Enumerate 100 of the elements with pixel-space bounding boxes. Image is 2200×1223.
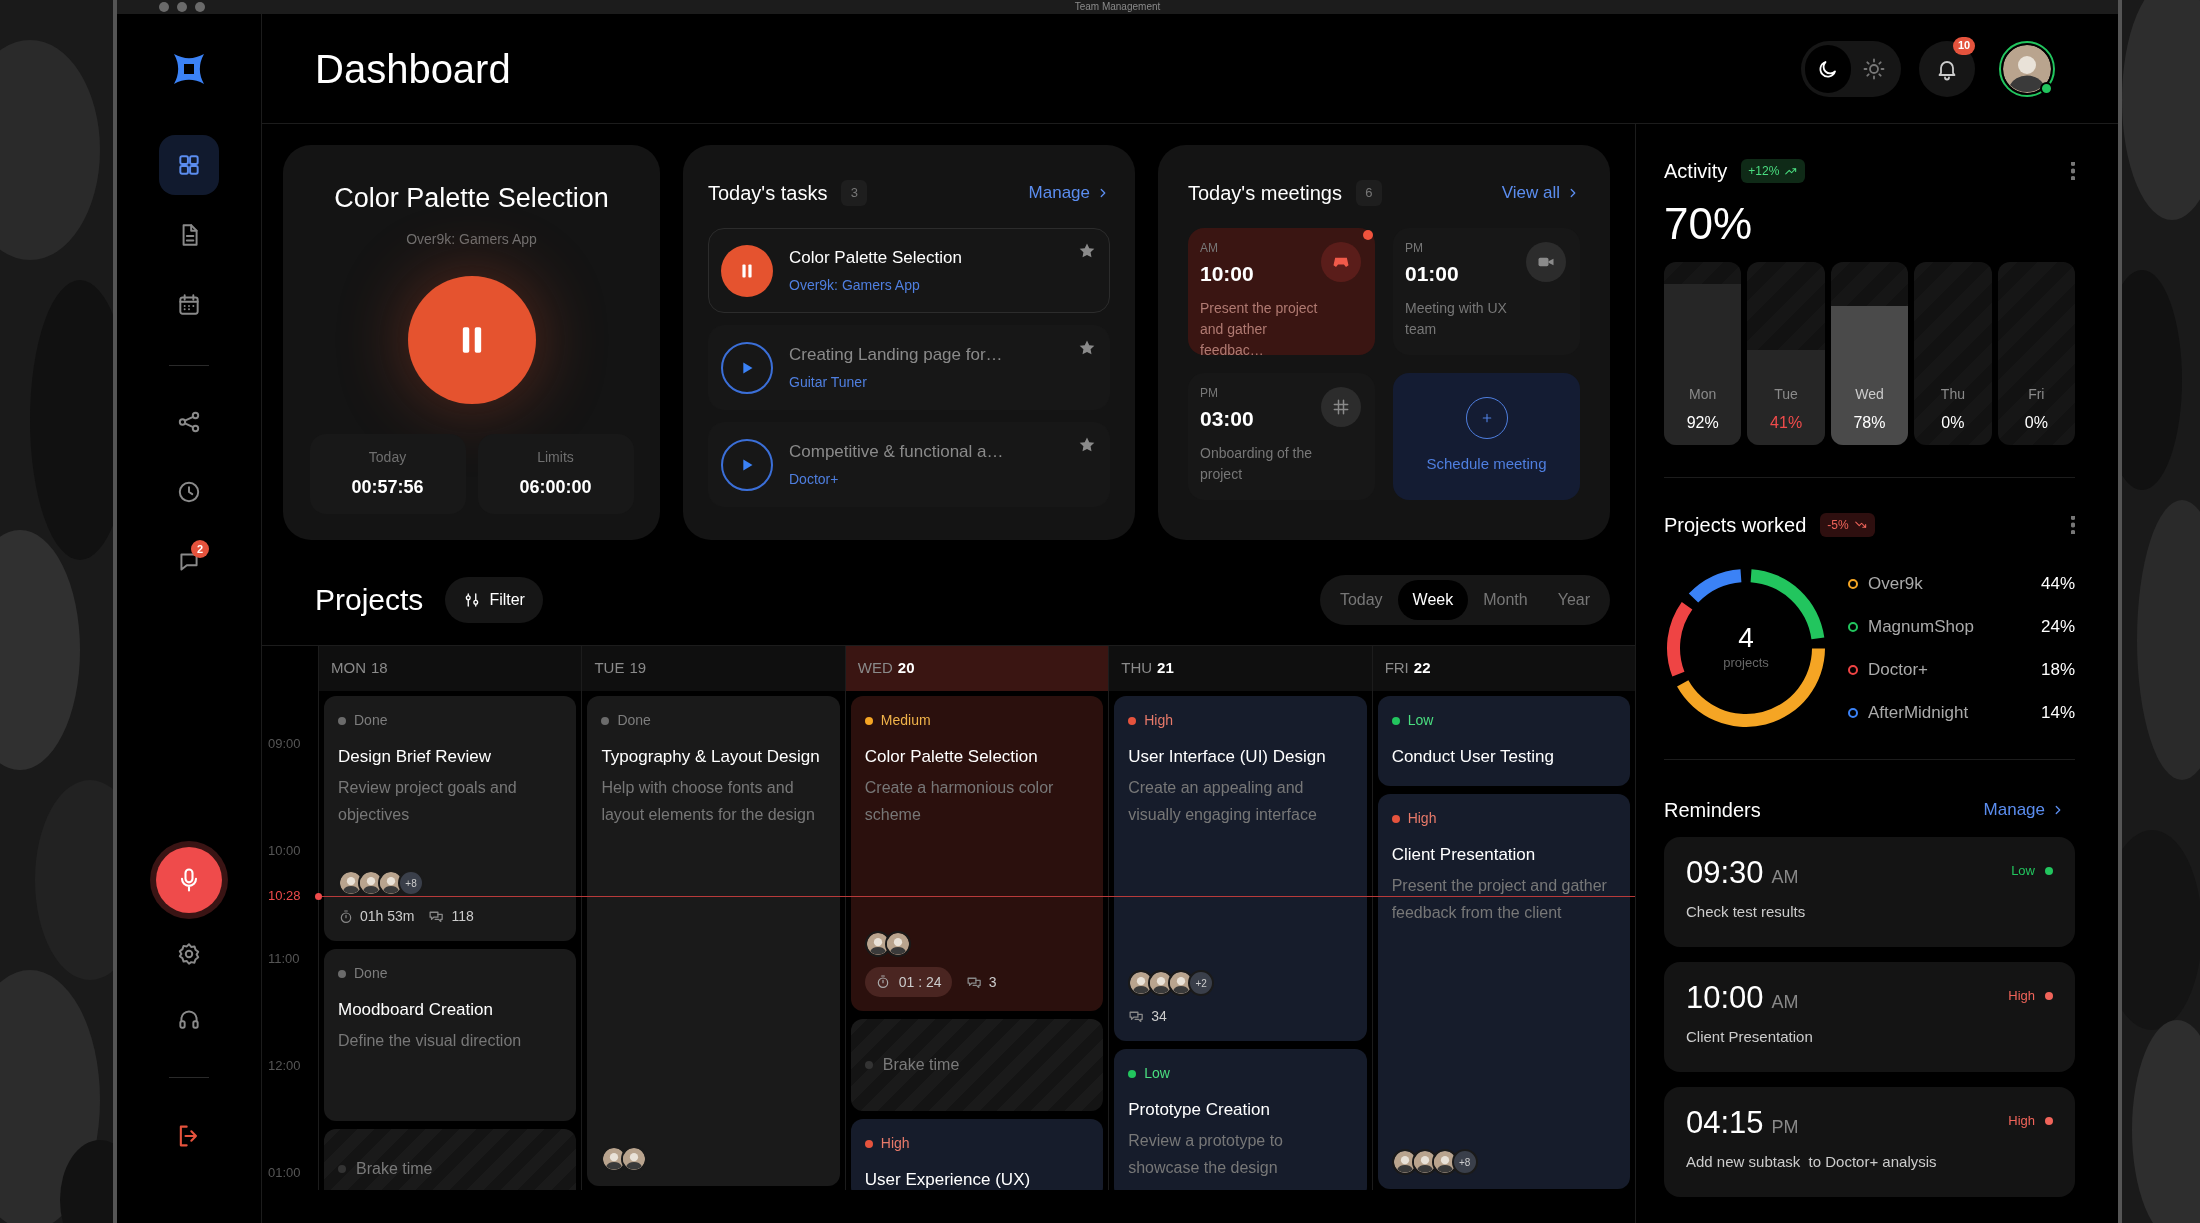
event-card[interactable]: High User Interface (UI) Design Create an appealing and visually engaging interface +2 34 [1114,696,1367,1041]
day-name: THU [1121,658,1153,679]
day-name: WED [857,658,893,679]
total-label: projects [1723,654,1769,673]
meeting-description: Meeting with UX team [1405,298,1508,339]
range-tab[interactable]: Week [1397,579,1469,620]
range-tab[interactable]: Today [1324,579,1398,620]
event-description: Define the visual direction [338,1031,523,1051]
range-tab[interactable]: Month [1468,579,1543,620]
event-card[interactable]: Low Conduct User Testing [1377,696,1631,786]
stat-label: Limits [537,447,574,467]
notifications-button[interactable]: 10 [1919,40,1975,97]
legend-label: Doctor+ [1868,658,1928,681]
event-card[interactable]: Done Moodboard Creation Define the visual direction [324,949,577,1121]
play-button[interactable] [721,341,773,394]
legend-value: 24% [2040,615,2075,638]
event-title: Moodboard Creation [338,999,494,1021]
notification-count: 10 [1953,36,1975,55]
day-number: 21 [1157,658,1174,679]
task-item[interactable]: Color Palette Selection Over9k: Gamers App [708,228,1110,313]
section-link[interactable]: Manage [1983,797,2065,823]
filter-button[interactable]: Filter [445,576,543,623]
sun-icon [1862,56,1886,81]
reminder-card[interactable]: 04:15 PM High Add new subtask to Doctor+ analysis [1664,1087,2075,1197]
calendar-icon [176,292,202,318]
time-period: PM [1405,242,1424,254]
event-card[interactable]: Low Prototype Creation Review a prototype to showcase the design [1114,1049,1367,1190]
stat-value: 06:00:00 [519,475,592,499]
day-label: Wed [1855,385,1884,404]
status-label: Done [354,711,388,730]
day-name: MON [331,658,366,679]
day-name: FRI [1384,658,1409,679]
event-description: Help with choose fonts and layout elements for the design [601,778,816,825]
meeting-time: 10:00 [1200,261,1254,287]
avatar [2003,44,2051,93]
time-spent: 01h 53m [360,907,415,926]
legend-label: AfterMidnight [1868,701,1969,724]
play-button[interactable] [721,438,773,491]
item-count: 3 [841,180,868,206]
time-period: PM [1200,387,1219,399]
section-title: Today's meetings [1188,181,1342,206]
more-people-count: +8 [398,870,424,896]
stat-label: Today [368,447,407,467]
task-title: Creating Landing page for… [789,344,1003,367]
day-label: Tue [1774,385,1798,404]
time-label: 12:00 [268,1058,301,1074]
event-card[interactable]: High User Experience (UX) [850,1119,1104,1190]
event-card[interactable]: Done Design Brief Review Review project goals and objectives +8 01h 53m 118 [324,696,577,941]
avatar [621,1146,648,1172]
reminder-time: 09:30 [1686,855,1764,891]
timer-icon [338,908,354,925]
status-label: Low [1407,711,1434,730]
more-icon [2071,516,2075,534]
more-button[interactable] [2071,162,2075,180]
more-icon [2071,162,2075,180]
time-period: AM [1200,242,1219,254]
priority-label: Low [2011,862,2035,880]
reminder-text: Add new subtask to Doctor+ analysis [1686,1152,1938,1172]
window-title: Team Management [1074,2,1161,12]
reminder-card[interactable]: 09:30 AM Low Check test results [1664,837,2075,947]
more-people-count: +2 [1188,970,1215,996]
page-title: Dashboard [315,45,511,93]
meeting-tile[interactable]: AM 10:00 Present the project and gather feedbac… [1188,228,1375,355]
event-card[interactable]: Medium Color Palette Selection Create a harmonious color scheme 01 : 24 3 [850,696,1104,1011]
pause-button[interactable] [721,244,773,297]
priority-label: High [2008,987,2035,1005]
comment-count: 34 [1151,1007,1167,1026]
event-title: User Experience (UX) [864,1169,1032,1190]
more-button[interactable] [2071,516,2075,534]
item-count: 6 [1355,180,1382,206]
section-link[interactable]: View all [1501,180,1580,206]
break-label: Brake time [882,1055,960,1075]
section-link[interactable]: Manage [1028,180,1110,206]
reminder-time: 04:15 [1686,1105,1764,1141]
status-label: High [1407,809,1437,828]
legend-value: 14% [2040,701,2075,724]
nav-item[interactable]: 2 [159,532,219,592]
project-name: Doctor+ [789,469,840,489]
percent-reading: 41% [1770,413,1803,433]
reminder-card[interactable]: 10:00 AM High Client Presentation [1664,962,2075,1072]
meeting-time: 01:00 [1405,261,1459,287]
event-title: Conduct User Testing [1391,746,1555,768]
profile-button[interactable] [1999,40,2055,97]
status-label: Low [1144,1064,1170,1083]
more-people-count: +8 [1451,1149,1478,1175]
activity-value: 70% [1664,200,1754,248]
section-title: Projects [315,582,424,618]
event-title: Client Presentation [1391,844,1537,866]
schedule-meeting-button[interactable]: Schedule meeting [1393,373,1580,500]
unread-count: 2 [191,540,209,558]
reminder-text: Client Presentation [1686,1027,1814,1047]
theme-option[interactable] [1805,44,1851,93]
reminder-text: Check test results [1686,902,1807,922]
legend-value: 44% [2040,572,2075,595]
event-card[interactable]: High Client Presentation Present the project and gather feedback from the client +8 [1377,794,1631,1189]
event-card[interactable]: Done Typography & Layout Design Help with choose fonts and layout elements for the design [587,696,840,1186]
range-tab[interactable]: Year [1542,579,1605,620]
time-period: AM [1771,991,1799,1014]
section-title: Reminders [1664,798,1761,823]
nav-item[interactable] [159,135,219,195]
